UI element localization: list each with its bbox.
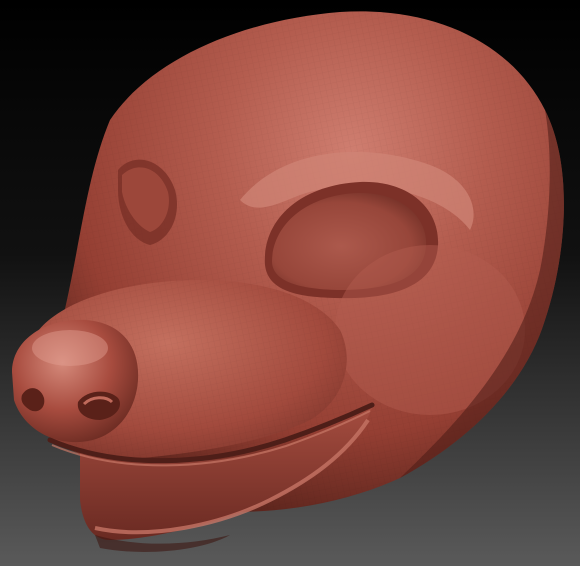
sculpted-head-render: [0, 0, 580, 566]
nose-highlight: [32, 330, 108, 366]
render-viewport: [0, 0, 580, 566]
